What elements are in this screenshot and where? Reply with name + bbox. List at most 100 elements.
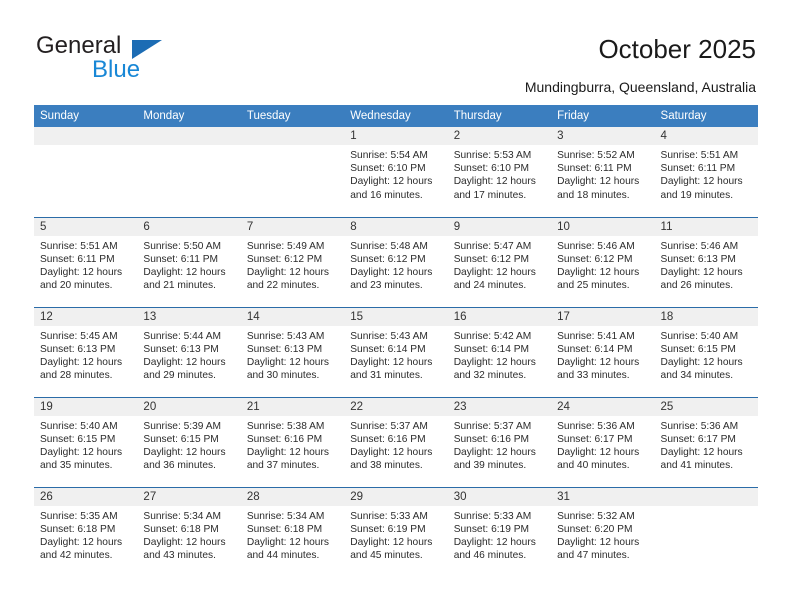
calendar-day-cell[interactable]: 16 Sunrise: 5:42 AM Sunset: 6:14 PM Dayligh…	[447, 306, 552, 397]
day-number: 29	[344, 487, 448, 506]
daylight-text: Daylight: 12 hours and 36 minutes.	[143, 446, 226, 472]
sunrise-text: Sunrise: 5:34 AM	[246, 510, 325, 522]
weekday-header-sunday: Sunday	[34, 105, 138, 127]
calendar-day-cell[interactable]: 28 Sunrise: 5:34 AM Sunset: 6:18 PM Dayligh…	[240, 486, 345, 577]
day-number: 19	[34, 397, 138, 416]
day-number: 14	[240, 307, 345, 326]
weekday-header-saturday: Saturday	[654, 105, 758, 127]
calendar-day-cell[interactable]: 1 Sunrise: 5:54 AM Sunset: 6:10 PM Daylight…	[344, 127, 448, 217]
calendar-day-cell[interactable]: 10 Sunrise: 5:46 AM Sunset: 6:12 PM Dayligh…	[551, 216, 655, 307]
day-sun-info: Sunrise: 5:49 AM Sunset: 6:12 PM Daylight:…	[241, 236, 344, 293]
calendar-day-cell[interactable]: 3 Sunrise: 5:52 AM Sunset: 6:11 PM Daylight…	[551, 127, 655, 217]
sunset-text: Sunset: 6:18 PM	[246, 523, 323, 535]
sunrise-text: Sunrise: 5:43 AM	[246, 330, 325, 342]
sunset-text: Sunset: 6:13 PM	[660, 253, 736, 265]
daylight-text: Daylight: 12 hours and 39 minutes.	[453, 446, 536, 472]
sunset-text: Sunset: 6:12 PM	[453, 253, 530, 265]
daylight-text: Daylight: 12 hours and 26 minutes.	[660, 266, 743, 292]
weekday-header-thursday: Thursday	[447, 105, 552, 127]
calendar-day-cell[interactable]: 22 Sunrise: 5:37 AM Sunset: 6:16 PM Dayligh…	[344, 396, 448, 487]
calendar-day-cell[interactable]: 25 Sunrise: 5:36 AM Sunset: 6:17 PM Dayligh…	[654, 396, 758, 487]
sunrise-text: Sunrise: 5:36 AM	[557, 420, 635, 432]
calendar-day-cell[interactable]: 4 Sunrise: 5:51 AM Sunset: 6:11 PM Daylight…	[654, 127, 758, 217]
calendar-day-cell[interactable]: 23 Sunrise: 5:37 AM Sunset: 6:16 PM Dayligh…	[447, 396, 552, 487]
calendar-day-cell[interactable]: 31 Sunrise: 5:32 AM Sunset: 6:20 PM Dayligh…	[551, 486, 655, 577]
sunset-text: Sunset: 6:12 PM	[557, 253, 633, 265]
daylight-text: Daylight: 12 hours and 33 minutes.	[557, 356, 640, 382]
day-number	[240, 127, 345, 145]
sunrise-text: Sunrise: 5:36 AM	[660, 420, 739, 432]
day-sun-info: Sunrise: 5:42 AM Sunset: 6:14 PM Daylight:…	[448, 326, 551, 383]
day-sun-info: Sunrise: 5:45 AM Sunset: 6:13 PM Daylight:…	[34, 326, 137, 383]
calendar-day-cell[interactable]: 21 Sunrise: 5:38 AM Sunset: 6:16 PM Dayligh…	[240, 396, 345, 487]
generalblue-logo[interactable]: General Blue	[36, 33, 236, 89]
sunset-text: Sunset: 6:13 PM	[246, 343, 323, 355]
day-number: 26	[34, 487, 138, 506]
calendar-day-cell[interactable]: 14 Sunrise: 5:43 AM Sunset: 6:13 PM Dayligh…	[240, 306, 345, 397]
day-sun-info: Sunrise: 5:52 AM Sunset: 6:11 PM Daylight:…	[551, 145, 654, 202]
calendar-day-cell[interactable]: 5 Sunrise: 5:51 AM Sunset: 6:11 PM Daylight…	[34, 216, 138, 307]
calendar-day-cell[interactable]: 29 Sunrise: 5:33 AM Sunset: 6:19 PM Dayligh…	[344, 486, 448, 577]
sunrise-text: Sunrise: 5:40 AM	[40, 420, 118, 432]
calendar-week-row: 5 Sunrise: 5:51 AM Sunset: 6:11 PM Daylight…	[34, 216, 758, 307]
calendar-week-row: 26 Sunrise: 5:35 AM Sunset: 6:18 PM Dayligh…	[34, 486, 758, 577]
calendar-day-cell[interactable]: 17 Sunrise: 5:41 AM Sunset: 6:14 PM Dayligh…	[551, 306, 655, 397]
day-sun-info: Sunrise: 5:54 AM Sunset: 6:10 PM Daylight:…	[344, 145, 447, 202]
sunset-text: Sunset: 6:12 PM	[246, 253, 323, 265]
day-number: 6	[137, 217, 241, 236]
sunset-text: Sunset: 6:11 PM	[660, 163, 736, 175]
calendar-day-cell[interactable]: 24 Sunrise: 5:36 AM Sunset: 6:17 PM Dayligh…	[551, 396, 655, 487]
calendar-day-cell-empty	[654, 486, 758, 577]
calendar-day-cell[interactable]: 9 Sunrise: 5:47 AM Sunset: 6:12 PM Daylight…	[447, 216, 552, 307]
calendar-day-cell[interactable]: 18 Sunrise: 5:40 AM Sunset: 6:15 PM Dayligh…	[654, 306, 758, 397]
calendar-week-row: 19 Sunrise: 5:40 AM Sunset: 6:15 PM Dayligh…	[34, 396, 758, 487]
calendar-day-cell-empty	[240, 127, 345, 217]
day-sun-info: Sunrise: 5:40 AM Sunset: 6:15 PM Daylight:…	[655, 326, 758, 383]
day-sun-info: Sunrise: 5:33 AM Sunset: 6:19 PM Daylight:…	[344, 506, 447, 563]
sunset-text: Sunset: 6:11 PM	[557, 163, 632, 175]
calendar-day-cell[interactable]: 11 Sunrise: 5:46 AM Sunset: 6:13 PM Dayligh…	[654, 216, 758, 307]
calendar-day-cell[interactable]: 20 Sunrise: 5:39 AM Sunset: 6:15 PM Dayligh…	[137, 396, 241, 487]
day-sun-info: Sunrise: 5:43 AM Sunset: 6:13 PM Daylight:…	[241, 326, 344, 383]
calendar-day-cell[interactable]: 12 Sunrise: 5:45 AM Sunset: 6:13 PM Dayligh…	[34, 306, 138, 397]
calendar-day-cell[interactable]: 27 Sunrise: 5:34 AM Sunset: 6:18 PM Dayligh…	[137, 486, 241, 577]
day-number: 10	[551, 217, 655, 236]
sunrise-text: Sunrise: 5:46 AM	[557, 240, 635, 252]
calendar-day-cell[interactable]: 6 Sunrise: 5:50 AM Sunset: 6:11 PM Daylight…	[137, 216, 241, 307]
sunset-text: Sunset: 6:16 PM	[453, 433, 530, 445]
sunrise-text: Sunrise: 5:32 AM	[557, 510, 635, 522]
calendar-day-cell[interactable]: 7 Sunrise: 5:49 AM Sunset: 6:12 PM Daylight…	[240, 216, 345, 307]
day-number: 13	[137, 307, 241, 326]
sunrise-text: Sunrise: 5:47 AM	[453, 240, 532, 252]
calendar-day-cell-empty	[34, 127, 138, 217]
page-header: General Blue October 2025 Mundingburra, …	[0, 0, 792, 100]
day-sun-info: Sunrise: 5:38 AM Sunset: 6:16 PM Daylight:…	[241, 416, 344, 473]
daylight-text: Daylight: 12 hours and 19 minutes.	[660, 176, 743, 201]
day-sun-info: Sunrise: 5:44 AM Sunset: 6:13 PM Daylight:…	[137, 326, 240, 383]
calendar-day-cell[interactable]: 8 Sunrise: 5:48 AM Sunset: 6:12 PM Daylight…	[344, 216, 448, 307]
calendar-day-cell[interactable]: 13 Sunrise: 5:44 AM Sunset: 6:13 PM Dayligh…	[137, 306, 241, 397]
weekday-header-tuesday: Tuesday	[240, 105, 345, 127]
day-number: 5	[34, 217, 138, 236]
day-sun-info: Sunrise: 5:46 AM Sunset: 6:13 PM Daylight:…	[655, 236, 758, 293]
sunrise-text: Sunrise: 5:53 AM	[453, 150, 532, 161]
calendar-day-cell[interactable]: 19 Sunrise: 5:40 AM Sunset: 6:15 PM Dayligh…	[34, 396, 138, 487]
daylight-text: Daylight: 12 hours and 40 minutes.	[557, 446, 640, 472]
sunrise-text: Sunrise: 5:38 AM	[246, 420, 325, 432]
daylight-text: Daylight: 12 hours and 43 minutes.	[143, 536, 226, 562]
sunset-text: Sunset: 6:15 PM	[660, 343, 736, 355]
day-number: 8	[344, 217, 448, 236]
day-sun-info: Sunrise: 5:41 AM Sunset: 6:14 PM Daylight:…	[551, 326, 654, 383]
day-sun-info: Sunrise: 5:32 AM Sunset: 6:20 PM Daylight:…	[551, 506, 654, 563]
day-sun-info: Sunrise: 5:51 AM Sunset: 6:11 PM Daylight:…	[34, 236, 137, 293]
calendar-day-cell[interactable]: 15 Sunrise: 5:43 AM Sunset: 6:14 PM Dayligh…	[344, 306, 448, 397]
day-number: 28	[240, 487, 345, 506]
day-number: 25	[654, 397, 758, 416]
day-sun-info: Sunrise: 5:47 AM Sunset: 6:12 PM Daylight:…	[448, 236, 551, 293]
page-title: October 2025	[598, 34, 756, 64]
calendar-day-cell[interactable]: 2 Sunrise: 5:53 AM Sunset: 6:10 PM Daylight…	[447, 127, 552, 217]
calendar-day-cell[interactable]: 30 Sunrise: 5:33 AM Sunset: 6:19 PM Dayligh…	[447, 486, 552, 577]
sunrise-text: Sunrise: 5:43 AM	[350, 330, 428, 342]
sunset-text: Sunset: 6:17 PM	[557, 433, 633, 445]
calendar-day-cell[interactable]: 26 Sunrise: 5:35 AM Sunset: 6:18 PM Dayligh…	[34, 486, 138, 577]
